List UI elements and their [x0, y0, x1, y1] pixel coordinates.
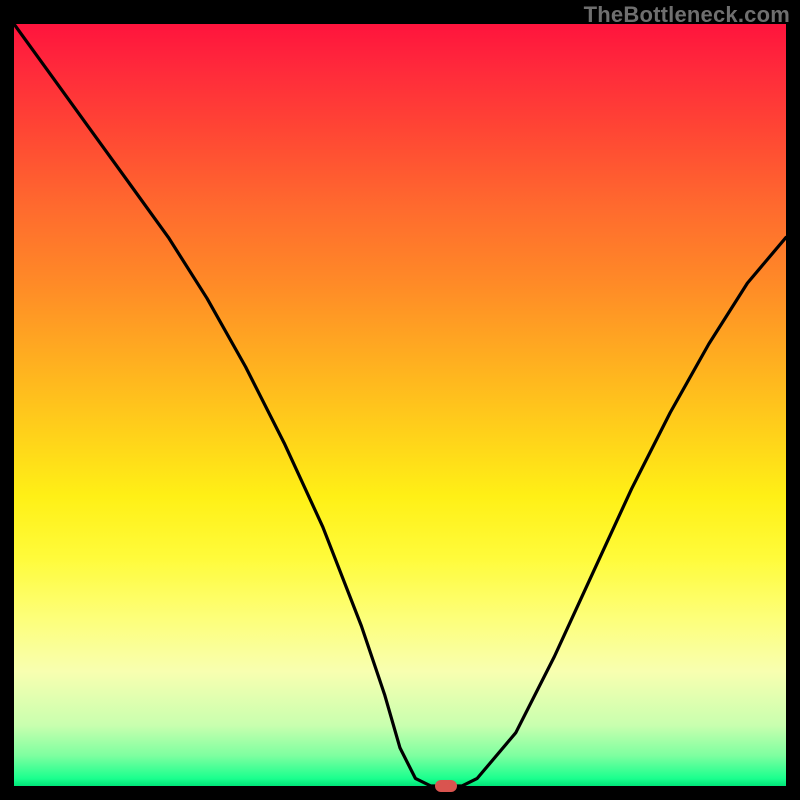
chart-frame: TheBottleneck.com — [0, 0, 800, 800]
plot-area — [14, 24, 786, 786]
watermark-text: TheBottleneck.com — [584, 2, 790, 28]
curve-layer — [14, 24, 786, 786]
optimal-point-marker — [435, 780, 457, 792]
bottleneck-curve — [14, 24, 786, 786]
